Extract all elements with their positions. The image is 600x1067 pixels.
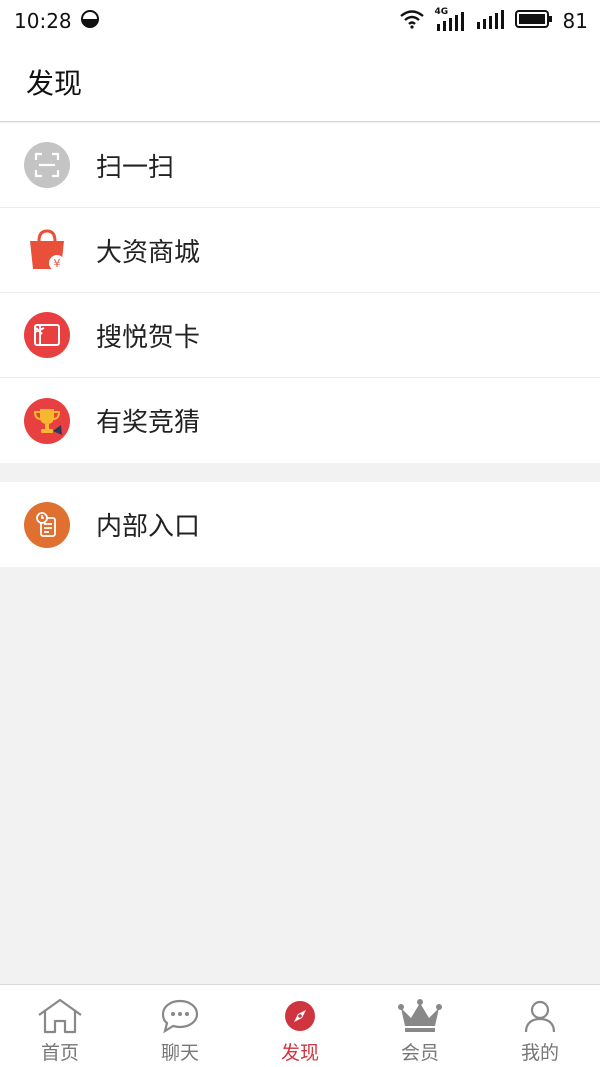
menu-item-label: 内部入口 [96,512,201,542]
tab-profile[interactable]: 我的 [480,985,600,1067]
menu-item-label: 搜悦贺卡 [96,322,201,353]
wifi-icon [399,9,425,34]
crown-icon [396,996,444,1036]
internal-menu: 内部入口 [0,482,600,567]
scan-icon [24,142,70,188]
page-title: 发现 [26,66,83,100]
status-time: 10:28 [14,9,72,33]
tab-label: 会员 [400,1042,439,1064]
home-icon [36,996,84,1036]
tab-discover[interactable]: 发现 [240,985,360,1067]
menu-item-internal-entry[interactable]: 内部入口 [0,482,600,567]
tab-label: 发现 [280,1042,319,1064]
status-bar: 10:28 4G 81 [0,0,600,42]
user-icon [516,996,564,1036]
greeting-card-icon [24,312,70,358]
half-moon-icon [80,9,100,34]
tab-membership[interactable]: 会员 [360,985,480,1067]
bottom-tab-bar: 首页 聊天 发现 会员 我的 [0,984,600,1067]
svg-text:¥: ¥ [54,257,61,270]
menu-item-scan[interactable]: 扫一扫 [0,123,600,208]
tab-label: 聊天 [160,1042,199,1064]
menu-item-greeting-card[interactable]: 搜悦贺卡 [0,293,600,378]
chat-icon [156,996,204,1036]
document-icon [24,501,70,548]
signal-4g-icon: 4G [435,7,465,32]
compass-icon [276,996,324,1036]
tab-label: 我的 [520,1042,559,1064]
menu-item-label: 有奖竞猜 [96,408,201,438]
menu-item-label: 扫一扫 [96,152,175,183]
page-header: 发现 [0,42,600,122]
battery-level: 81 [562,9,588,33]
tab-label: 首页 [40,1042,79,1064]
trophy-icon [24,397,70,444]
menu-item-quiz[interactable]: 有奖竞猜 [0,378,600,463]
discover-menu: 扫一扫 ¥ 大资商城 搜悦贺卡 有奖竞猜 [0,123,600,463]
tab-chat[interactable]: 聊天 [120,985,240,1067]
menu-item-label: 大资商城 [96,237,201,268]
shopping-bag-icon: ¥ [24,227,70,273]
battery-icon [514,9,553,34]
menu-item-mall[interactable]: ¥ 大资商城 [0,208,600,293]
tab-home[interactable]: 首页 [0,985,120,1067]
signal-icon [475,8,505,35]
